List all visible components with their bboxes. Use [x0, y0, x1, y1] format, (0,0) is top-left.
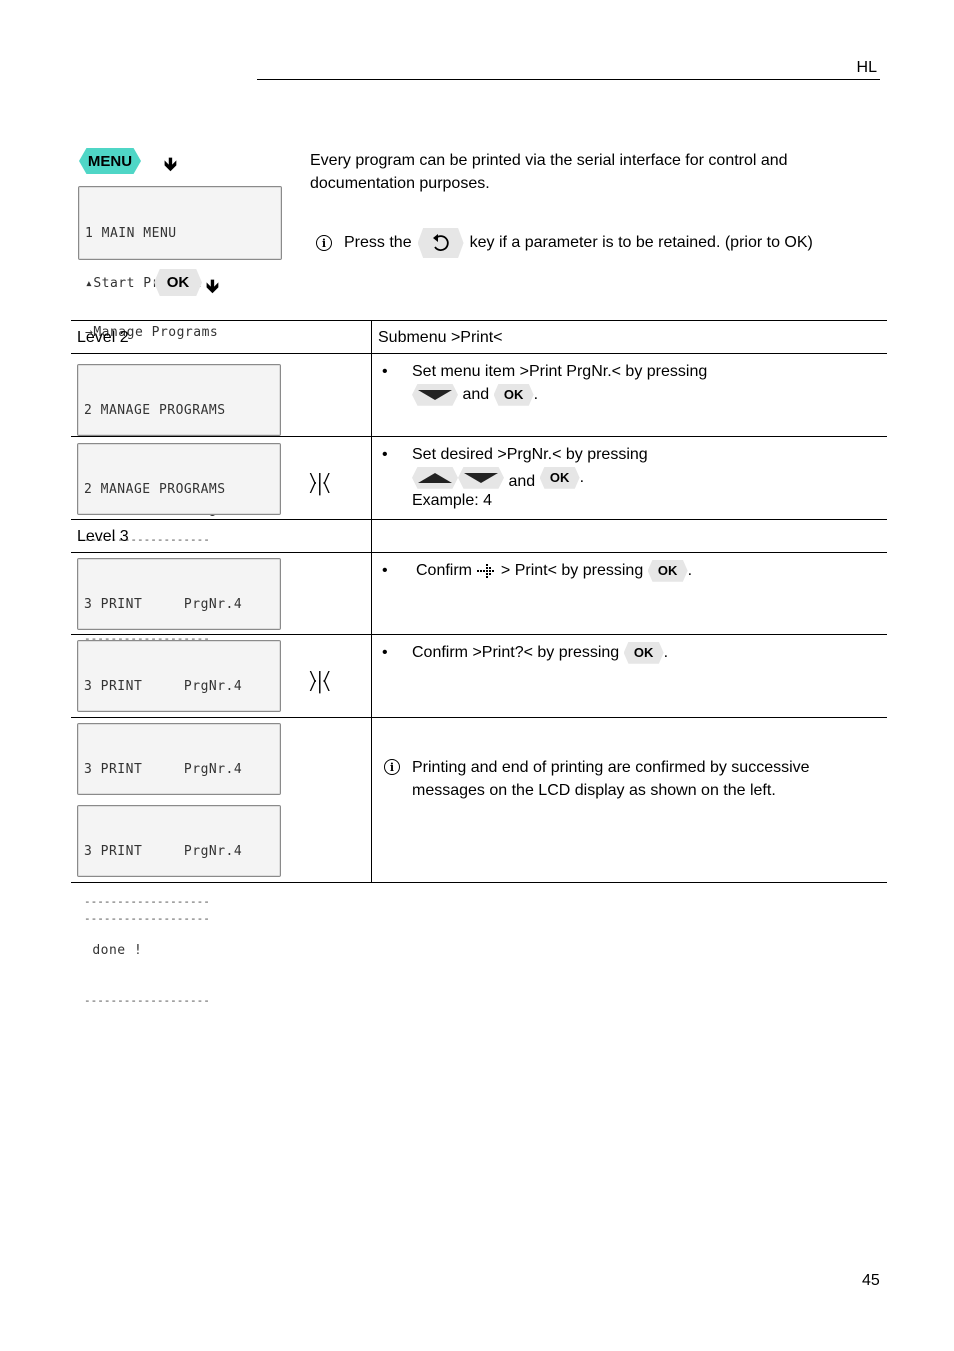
lcd-manage-programs: 2 MANAGE PROGRAMS ▴Delete PrgNr. →Print …: [77, 364, 281, 566]
period: .: [579, 469, 585, 486]
note-printing: i Printing and end of printing are confi…: [372, 718, 887, 802]
lcd-done: 3 PRINT PrgNr.4 ------------------- done…: [77, 805, 281, 1007]
list-item: • Set menu item >Print PrgNr.< by pressi…: [372, 354, 887, 406]
lcd-main-menu: 1 MAIN MENU ▴Start Program →Manage Progr…: [78, 186, 282, 387]
lcd-line: done !: [84, 943, 143, 958]
example-text: Example: 4: [412, 492, 493, 509]
undo-arrow-icon: [432, 234, 449, 251]
list-item: • Set desired >PrgNr.< by pressing and O…: [382, 446, 648, 509]
page-number: 45: [862, 1272, 880, 1289]
table-row: 2 MANAGE PROGRAMS ------------------- Pr…: [71, 436, 887, 645]
lcd-line: -------------------: [84, 993, 210, 1007]
period: .: [663, 644, 669, 661]
info-icon: i: [316, 235, 332, 251]
back-key[interactable]: [417, 228, 464, 258]
table-row: Level 2 Submenu >Print<: [71, 320, 887, 354]
triangle-down-icon: [418, 389, 452, 400]
instruction-text: Confirm >Print?< by pressing: [412, 644, 620, 661]
lcd-line: 3 PRINT PrgNr.4: [84, 762, 243, 777]
submenu-print-header: Submenu >Print<: [378, 329, 503, 346]
lcd-line: 1 MAIN MENU: [85, 226, 177, 241]
lcd-print-menu: 3 PRINT PrgNr.4 ------------------- →Pri…: [77, 558, 281, 760]
lcd-line: -------------------: [84, 894, 210, 908]
lcd-line: 2 MANAGE PROGRAMS: [84, 482, 226, 497]
period: .: [687, 562, 693, 579]
list-item: • Confirm > Print< by pressing OK.: [372, 553, 887, 582]
up-key[interactable]: [412, 466, 458, 489]
intro-paragraph: Every program can be printed via the ser…: [310, 152, 788, 192]
level-3-label: Level 3: [77, 528, 129, 545]
and-text: and: [508, 473, 536, 490]
down-key[interactable]: [458, 466, 504, 489]
cursor-arrow-icon: [477, 563, 495, 578]
note-suffix: key if a parameter is to be retained. (p…: [469, 234, 813, 251]
table-row: 2 MANAGE PROGRAMS ▴Delete PrgNr. →Print …: [71, 353, 887, 566]
triangle-down-icon: [464, 472, 498, 483]
period: .: [533, 386, 539, 403]
list-item: • Confirm >Print?< by pressing OK.: [372, 635, 887, 664]
note-prefix: Press the: [344, 234, 412, 251]
instruction-text: Set desired >PrgNr.< by pressing: [412, 446, 648, 463]
header-rule: [257, 79, 880, 80]
info-icon: i: [384, 759, 400, 775]
lcd-printing: 3 PRINT PrgNr.4 ------------------- ! pr…: [77, 723, 281, 925]
lcd-line: 3 PRINT PrgNr.4: [84, 597, 243, 612]
triangle-up-icon: [418, 472, 452, 483]
lcd-line: 3 PRINT PrgNr.4: [84, 844, 243, 859]
ok-key[interactable]: OK: [647, 559, 688, 582]
table-row: 3 PRINT PrgNr.4 ------------------- Prin…: [71, 634, 887, 842]
instruction-text: Confirm: [416, 562, 473, 579]
instruction-text: Set menu item >Print PrgNr.< by pressing: [412, 363, 708, 380]
instruction-text: > Print< by pressing: [500, 562, 644, 579]
level-2-label: Level 2: [77, 329, 129, 346]
table-row: 3 PRINT PrgNr.4 ------------------- ! pr…: [71, 717, 887, 1007]
header-label: HL: [856, 59, 877, 76]
down-arrow-icon: 🡻: [164, 154, 177, 174]
menu-key[interactable]: MENU: [79, 148, 141, 174]
ok-key[interactable]: OK: [623, 641, 664, 664]
ok-key[interactable]: OK: [154, 269, 202, 296]
ok-key[interactable]: OK: [539, 466, 580, 489]
lcd-manage-programs-select: 2 MANAGE PROGRAMS ------------------- Pr…: [77, 443, 281, 645]
down-key[interactable]: [412, 383, 458, 406]
down-arrow-icon: 🡻: [206, 276, 219, 296]
lcd-line: 2 MANAGE PROGRAMS: [84, 403, 226, 418]
table-row: Level 3: [71, 519, 887, 553]
note-text: Printing and end of printing are confirm…: [412, 759, 810, 799]
steps-table: Level 2 Submenu >Print< 2 MANAGE PROGRAM…: [71, 320, 887, 1007]
lcd-print-confirm: 3 PRINT PrgNr.4 ------------------- Prin…: [77, 640, 281, 842]
ok-key[interactable]: OK: [493, 383, 534, 406]
blinking-icon: \|//|\: [309, 670, 331, 694]
and-text: and: [462, 386, 490, 403]
lcd-line: 3 PRINT PrgNr.4: [84, 679, 243, 694]
blinking-icon: \|//|\: [309, 472, 331, 496]
table-row: 3 PRINT PrgNr.4 ------------------- →Pri…: [71, 552, 887, 760]
note-retain-parameter: i Press the key if a parameter is to be …: [316, 228, 813, 258]
